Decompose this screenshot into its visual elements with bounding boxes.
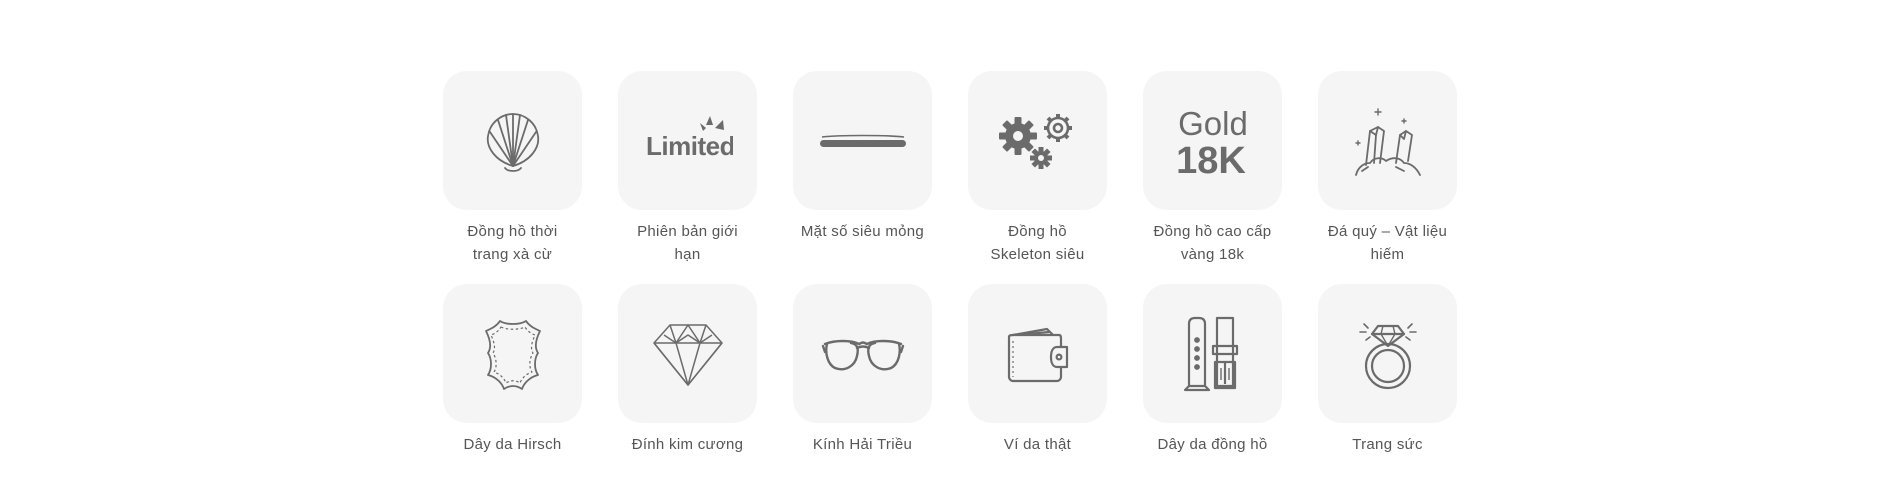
18k-icon-text: 18K: [1176, 140, 1246, 181]
diamond-icon: [652, 323, 723, 386]
feature-tile: [1318, 71, 1457, 210]
feature-tile: Limited: [618, 71, 757, 210]
feature-label: Ví da thật: [1003, 436, 1072, 453]
feature-tile: [443, 71, 582, 210]
watch-strap-icon: [1183, 316, 1238, 391]
feature-item-glasses[interactable]: Kính Hải Triều: [793, 284, 932, 497]
gears-icon: [998, 113, 1072, 169]
gold-18k-icon: Gold 18K: [1176, 105, 1248, 181]
feature-label: Đính kim cương: [631, 436, 744, 453]
feature-label: Kính Hải Triều: [812, 436, 913, 453]
thin-dial-icon: [819, 134, 906, 147]
feature-tile: [968, 71, 1107, 210]
feature-item-gemstone[interactable]: Đá quý – Vật liệu hiếm: [1318, 71, 1457, 284]
leather-icon: [484, 319, 541, 390]
feature-grid: Đồng hồ thời trang xà cừ Limited Phiên b…: [443, 71, 1457, 497]
feature-tile: [443, 284, 582, 423]
feature-tile: [1143, 284, 1282, 423]
feature-tile: [793, 71, 932, 210]
wallet-icon: [1007, 327, 1068, 382]
gemstone-icon: [1354, 107, 1421, 176]
feature-label: Trang sức: [1352, 436, 1423, 453]
feature-item-watch-strap[interactable]: Dây da đồng hồ: [1143, 284, 1282, 497]
feature-item-wallet[interactable]: Ví da thật: [968, 284, 1107, 497]
feature-tile: [793, 284, 932, 423]
shell-icon: [486, 112, 539, 172]
feature-item-limited-edition[interactable]: Limited Phiên bản giới hạn: [618, 71, 757, 284]
limited-icon-text: Limited: [646, 131, 733, 161]
feature-item-thin-dial[interactable]: Mặt số siêu mỏng: [793, 71, 932, 284]
feature-item-gold-18k[interactable]: Gold 18K Đồng hồ cao cấp vàng 18k: [1143, 71, 1282, 284]
feature-label: Dây da Hirsch: [463, 436, 562, 453]
feature-label: Đồng hồ Skeleton siêu: [990, 223, 1085, 263]
glasses-icon: [821, 339, 904, 370]
feature-tile: Gold 18K: [1143, 71, 1282, 210]
feature-tile: [968, 284, 1107, 423]
limited-edition-icon: Limited: [646, 115, 733, 161]
feature-label: Phiên bản giới hạn: [637, 223, 738, 263]
feature-item-shell-watch[interactable]: Đồng hồ thời trang xà cừ: [443, 71, 582, 284]
gold-icon-text: Gold: [1178, 105, 1248, 142]
feature-label: Mặt số siêu mỏng: [800, 223, 925, 240]
feature-item-jewelry[interactable]: Trang sức: [1318, 284, 1457, 497]
feature-label: Đồng hồ cao cấp vàng 18k: [1153, 223, 1272, 263]
feature-label: Đồng hồ thời trang xà cừ: [467, 223, 558, 263]
feature-label: Đá quý – Vật liệu hiếm: [1327, 223, 1448, 263]
feature-tile: [1318, 284, 1457, 423]
feature-tile: [618, 284, 757, 423]
feature-item-diamond[interactable]: Đính kim cương: [618, 284, 757, 497]
feature-item-skeleton[interactable]: Đồng hồ Skeleton siêu: [968, 71, 1107, 284]
ring-icon: [1358, 322, 1417, 389]
feature-item-hirsch-leather[interactable]: Dây da Hirsch: [443, 284, 582, 497]
feature-label: Dây da đồng hồ: [1157, 436, 1268, 453]
